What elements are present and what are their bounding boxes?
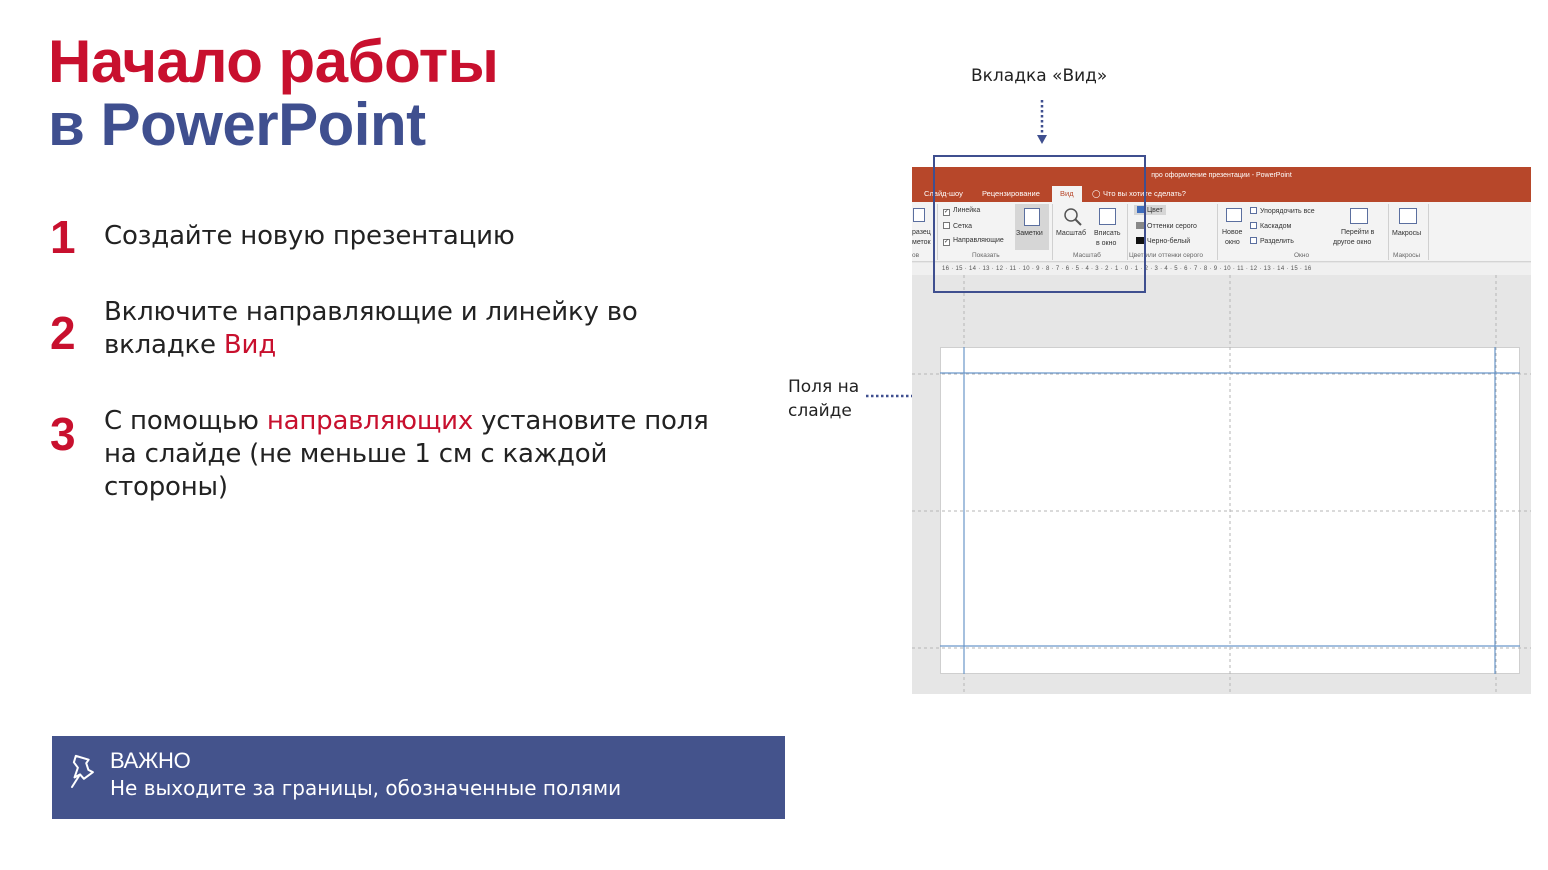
macros-button[interactable]: Макросы [1390,204,1426,250]
new-window-label-2: окно [1225,239,1240,246]
split-label: Разделить [1260,238,1294,245]
cascade-button[interactable]: Каскадом [1250,222,1291,230]
view-tab-highlight-frame [933,155,1146,293]
window-group-label: Окно [1294,252,1310,259]
cascade-label: Каскадом [1260,223,1292,230]
guides-overlay [912,275,1531,694]
step-highlight: Вид [223,330,277,360]
cut-group-label: ов [912,252,920,259]
down-arrow-icon [1037,100,1047,144]
color-label: Цвет [1147,207,1163,214]
split-button[interactable]: Разделить [1250,237,1294,245]
switch-label: Перейти в [1341,229,1375,236]
title-line-2: в PowerPoint [48,91,426,158]
layout-icon [913,208,925,222]
page-title: Начало работы в PowerPoint [48,28,499,158]
macros-group-label: Макросы [1393,252,1421,259]
arrange-all-button[interactable]: Упорядочить все [1250,207,1315,215]
divider [1428,204,1429,260]
pin-icon [71,754,94,788]
step-text: Создайте новую презентацию [104,221,515,251]
switch-window-icon [1350,208,1368,224]
grayscale-label: Оттенки серого [1147,223,1197,230]
macros-icon [1399,208,1417,224]
macros-label: Макросы [1392,230,1422,237]
margins-callout: Поля на слайде [788,377,860,421]
step-text: С помощью направляющих установите поля н… [104,405,724,504]
bw-label: Черно-белый [1147,238,1191,245]
step-number: 1 [50,211,76,263]
new-window-label: Новое [1222,229,1243,236]
slide-canvas [912,275,1531,694]
important-note: ВАЖНО Не выходите за границы, обозначенн… [52,736,785,819]
important-heading: ВАЖНО [110,748,191,773]
new-window-icon [1226,208,1242,222]
title-line-1: Начало работы [48,28,499,95]
step-highlight: направляющих [266,406,474,436]
important-body: Не выходите за границы, обозначенные пол… [110,776,622,800]
step-text-before: Включите направляющие и линейку во вклад… [104,297,638,360]
step-number: 3 [50,408,76,460]
step-text-before: С помощью [104,406,267,436]
switch-window-button[interactable]: Перейти в другое окно [1330,204,1388,250]
cut-label-b: меток [912,239,931,246]
arrange-label: Упорядочить все [1260,208,1315,215]
switch-label-2: другое окно [1333,239,1372,246]
new-window-button[interactable]: Новое окно [1220,204,1248,250]
view-tab-callout: Вкладка «Вид» [971,66,1108,86]
divider [1388,204,1389,260]
divider [1217,204,1218,260]
step-text: Включите направляющие и линейку во вклад… [104,296,664,362]
cut-label-a: разец [912,229,931,236]
step-number: 2 [50,307,76,359]
